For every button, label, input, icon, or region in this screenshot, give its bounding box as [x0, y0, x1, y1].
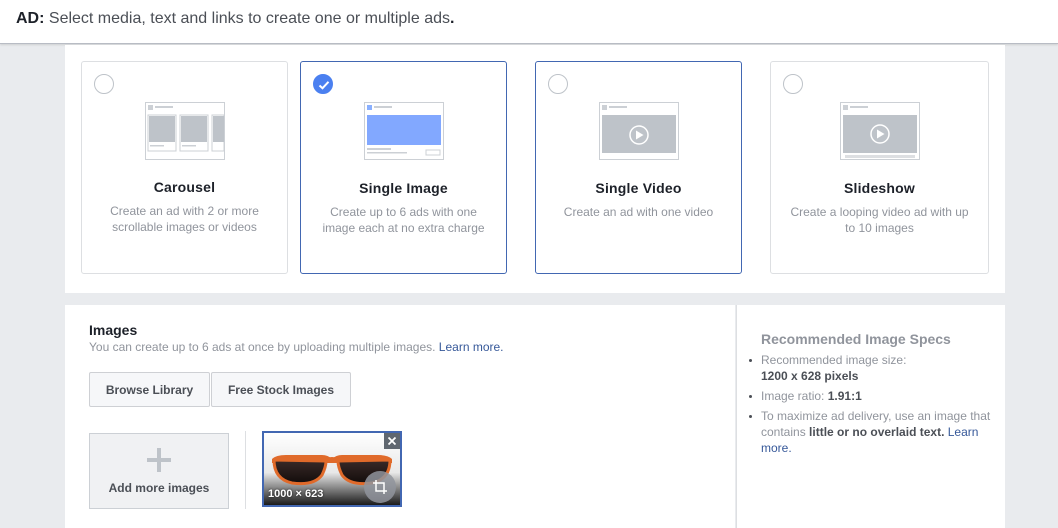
format-desc-carousel: Create an ad with 2 or more scrollable i…: [110, 204, 259, 234]
page-title: AD: Select media, text and links to crea…: [16, 10, 454, 28]
ad-format-panel: Carousel Create an ad with 2 or more scr…: [65, 45, 1005, 293]
specs-list: Recommended image size: 1200 x 628 pixel…: [749, 352, 991, 460]
image-dimensions: 1000 × 623: [268, 488, 324, 500]
format-desc-slideshow: Create a looping video ad with up to 10 …: [790, 205, 969, 235]
single-video-illustration-icon: [598, 102, 679, 165]
specs-title: Recommended Image Specs: [761, 331, 951, 347]
format-title-slideshow: Slideshow: [843, 180, 916, 196]
crop-icon: [373, 480, 387, 494]
close-icon: [388, 437, 396, 445]
images-help-body: You can create up to 6 ads at once by up…: [89, 340, 436, 354]
free-stock-images-button[interactable]: Free Stock Images: [211, 372, 351, 407]
format-card-single-video[interactable]: Single Video Create an ad with one video: [535, 61, 742, 274]
ad-label: AD:: [16, 10, 45, 27]
carousel-illustration-icon: [144, 102, 225, 165]
recommended-specs-panel: Recommended Image Specs Recommended imag…: [736, 305, 1005, 528]
format-radio-carousel[interactable]: [94, 74, 114, 94]
format-radio-slideshow[interactable]: [783, 74, 803, 94]
format-card-carousel[interactable]: Carousel Create an ad with 2 or more scr…: [81, 61, 288, 274]
header-instruction: Select media, text and links to create o…: [48, 10, 450, 27]
checkmark-icon: [318, 81, 330, 90]
divider: [245, 431, 246, 509]
spec-ratio-label: Image ratio:: [761, 389, 825, 403]
plus-icon: [147, 448, 171, 472]
spec-size-value: 1200 x 628 pixels: [761, 369, 859, 383]
format-title-single-image: Single Image: [359, 180, 448, 196]
spec-delivery-strong: little or no overlaid text.: [809, 425, 945, 439]
format-card-single-image[interactable]: Single Image Create up to 6 ads with one…: [300, 61, 507, 274]
format-title-single-video: Single Video: [595, 180, 682, 196]
format-desc-single-image: Create up to 6 ads with one image each a…: [322, 205, 485, 235]
image-thumbnail[interactable]: 1000 × 623: [262, 431, 402, 507]
spec-size-label: Recommended image size:: [761, 353, 907, 367]
spec-item-delivery: To maximize ad delivery, use an image th…: [749, 408, 991, 456]
crop-button[interactable]: [364, 471, 396, 503]
format-card-slideshow[interactable]: Slideshow Create a looping video ad with…: [770, 61, 989, 274]
header-period: .: [450, 10, 455, 27]
remove-image-button[interactable]: [384, 433, 400, 449]
images-panel: Images You can create up to 6 ads at onc…: [65, 305, 735, 528]
single-image-illustration-icon: [363, 102, 444, 165]
browse-library-button[interactable]: Browse Library: [89, 372, 210, 407]
header-bar: AD: Select media, text and links to crea…: [0, 0, 1058, 44]
add-more-images-label: Add more images: [108, 481, 210, 495]
format-radio-single-image[interactable]: [313, 74, 333, 94]
format-radio-single-video[interactable]: [548, 74, 568, 94]
spec-ratio-value: 1.91:1: [827, 389, 862, 403]
images-learn-more-link[interactable]: Learn more.: [439, 340, 504, 354]
format-desc-single-video: Create an ad with one video: [563, 205, 714, 219]
images-help-text: You can create up to 6 ads at once by up…: [89, 340, 504, 354]
add-more-images-button[interactable]: Add more images: [89, 433, 229, 509]
slideshow-illustration-icon: [839, 102, 920, 165]
images-section-title: Images: [89, 322, 138, 338]
format-title-carousel: Carousel: [153, 179, 216, 195]
spec-item-size: Recommended image size: 1200 x 628 pixel…: [749, 352, 991, 384]
spec-item-ratio: Image ratio: 1.91:1: [749, 388, 991, 404]
